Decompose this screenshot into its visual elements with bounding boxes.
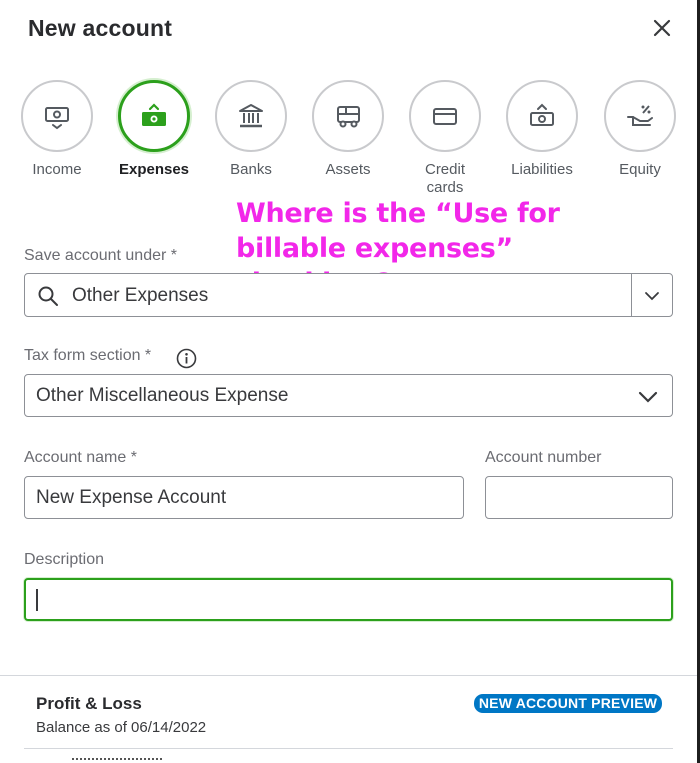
type-label: Credit cards [424, 161, 465, 196]
save-under-label: Save account under * [24, 247, 177, 264]
dialog-title: New account [28, 15, 173, 41]
tax-form-select[interactable]: Other Miscellaneous Expense [24, 374, 673, 417]
equity-icon [604, 80, 676, 152]
type-income[interactable]: Income [9, 80, 105, 179]
new-account-preview-badge: NEW ACCOUNT PREVIEW [474, 694, 662, 713]
search-icon [38, 286, 58, 306]
type-equity[interactable]: Equity [592, 80, 688, 179]
close-button[interactable] [648, 14, 676, 42]
credit-card-icon [409, 80, 481, 152]
text-cursor [36, 589, 38, 611]
save-under-value: Other Expenses [72, 285, 209, 306]
type-expenses[interactable]: Expenses [106, 80, 202, 179]
income-icon [21, 80, 93, 152]
account-name-label: Account name * [24, 449, 137, 466]
new-account-dialog: New account Income Expenses Banks Assets… [0, 0, 700, 763]
combobox-divider [631, 274, 632, 316]
account-name-input[interactable]: New Expense Account [24, 476, 464, 519]
type-label: Liabilities [511, 161, 573, 178]
type-assets[interactable]: Assets [300, 80, 396, 179]
bank-icon [215, 80, 287, 152]
tax-form-value: Other Miscellaneous Expense [36, 385, 289, 406]
type-credit-cards[interactable]: Credit cards [397, 80, 493, 197]
account-number-label: Account number [485, 449, 602, 466]
chevron-down-icon[interactable] [643, 288, 661, 304]
preview-placeholder [72, 758, 162, 761]
account-number-input[interactable] [485, 476, 673, 519]
chevron-down-icon [638, 391, 658, 403]
type-banks[interactable]: Banks [203, 80, 299, 179]
type-liabilities[interactable]: Liabilities [494, 80, 590, 179]
tax-form-label: Tax form section * [24, 347, 152, 364]
section-divider [0, 675, 697, 676]
account-name-value: New Expense Account [36, 487, 227, 508]
save-under-combobox[interactable]: Other Expenses [24, 273, 673, 317]
type-label: Expenses [118, 161, 190, 178]
account-type-selector: Income Expenses Banks Assets Credit card [0, 80, 700, 200]
preview-title: Profit & Loss [36, 694, 142, 713]
type-label: Income [32, 161, 82, 178]
description-input[interactable] [24, 578, 673, 621]
info-icon[interactable] [176, 348, 197, 369]
type-label: Equity [619, 161, 661, 178]
liabilities-icon [506, 80, 578, 152]
type-label: Assets [325, 161, 371, 178]
preview-subtitle: Balance as of 06/14/2022 [36, 719, 207, 736]
preview-divider [24, 748, 673, 749]
assets-icon [312, 80, 384, 152]
expenses-icon [118, 80, 190, 152]
type-label: Banks [230, 161, 272, 178]
description-label: Description [24, 551, 105, 568]
close-icon [653, 19, 671, 37]
